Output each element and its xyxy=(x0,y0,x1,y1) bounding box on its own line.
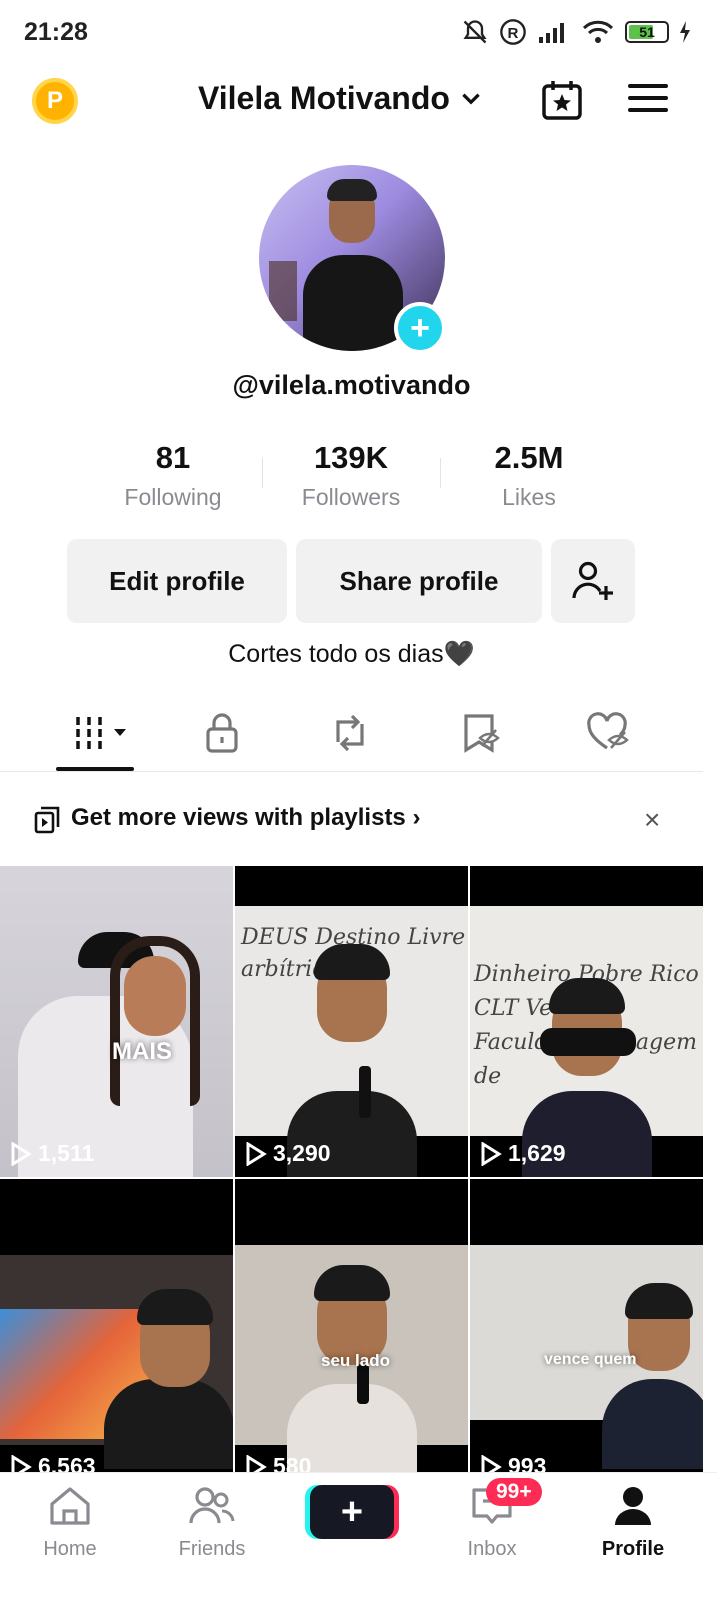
view-count-text: 1,629 xyxy=(508,1140,566,1166)
add-friend-button[interactable] xyxy=(551,539,635,623)
repost-icon xyxy=(336,714,364,752)
chevron-down-icon xyxy=(462,93,480,105)
tab-private[interactable] xyxy=(192,710,252,756)
profile-header: P Vilela Motivando xyxy=(0,70,717,134)
close-banner-button[interactable]: × xyxy=(644,804,660,836)
edit-profile-button[interactable]: Edit profile xyxy=(67,539,287,623)
bell-muted-icon xyxy=(463,20,487,44)
video-thumbnail[interactable]: 6,563 xyxy=(0,1179,233,1490)
video-thumbnail[interactable]: Dinheiro Pobre Rico CLT Vender Faculdade… xyxy=(470,866,703,1177)
banner-label: Get more views with playlists xyxy=(71,804,406,831)
bottom-navigation: Home Friends + Inbox 99+ Profile xyxy=(0,1472,717,1600)
coin-letter: P xyxy=(46,87,63,114)
view-count-text: 3,290 xyxy=(273,1140,331,1166)
add-photo-button[interactable]: + xyxy=(394,302,446,354)
stat-value: 81 xyxy=(155,440,191,475)
profile-stats: 81 Following 139K Followers 2.5M Likes xyxy=(84,440,620,511)
video-thumbnail[interactable]: seu lado 580 xyxy=(235,1179,468,1490)
chevron-right-icon: › xyxy=(412,804,421,831)
nav-label: Profile xyxy=(601,1538,665,1560)
battery-level: 51 xyxy=(639,24,655,40)
stat-value: 139K xyxy=(313,440,389,475)
username: @vilela.motivando xyxy=(232,370,471,400)
nav-label: Home xyxy=(43,1538,97,1560)
registered-icon: R xyxy=(500,19,526,45)
bio: Cortes todo os dias🖤 xyxy=(228,640,475,668)
grid-dropdown-icon xyxy=(76,717,126,749)
heart-hidden-icon xyxy=(587,712,629,750)
play-icon xyxy=(246,1141,267,1166)
view-count: 1,511 xyxy=(10,1140,94,1167)
video-thumbnail[interactable]: DEUS Destino Livre arbítrio 3,290 xyxy=(235,866,468,1177)
stat-followers[interactable]: 139K Followers xyxy=(262,440,440,511)
account-name: Vilela Motivando xyxy=(198,80,450,116)
content-tabs xyxy=(0,700,703,772)
bookmark-hidden-icon xyxy=(464,714,500,753)
tab-favorites[interactable] xyxy=(450,710,510,756)
status-icons: R 51 xyxy=(461,18,691,46)
lock-icon xyxy=(206,713,238,753)
calendar-star-button[interactable] xyxy=(540,78,584,122)
svg-text:R: R xyxy=(508,25,519,42)
play-icon xyxy=(11,1141,32,1166)
video-caption: vence quem xyxy=(544,1351,637,1368)
coin-button[interactable]: P xyxy=(32,78,78,124)
nav-label: Inbox xyxy=(467,1538,517,1560)
video-grid: MAIS 1,511 DEUS Destino Livre arbítrio 3… xyxy=(0,866,703,1490)
home-icon xyxy=(50,1487,90,1525)
menu-button[interactable] xyxy=(628,84,668,118)
nav-label: Friends xyxy=(178,1538,246,1560)
status-bar: 21:28 R 51 xyxy=(0,0,717,64)
stat-value: 2.5M xyxy=(494,440,564,475)
inbox-badge: 99+ xyxy=(486,1478,542,1506)
view-count-text: 1,511 xyxy=(38,1140,95,1166)
active-tab-indicator xyxy=(56,767,134,771)
playlist-banner[interactable]: Get more views with playlists › × xyxy=(0,780,703,860)
video-caption: MAIS xyxy=(112,1038,172,1065)
stat-following[interactable]: 81 Following xyxy=(84,440,262,511)
calendar-star-icon xyxy=(542,81,582,120)
nav-home[interactable]: Home xyxy=(10,1485,130,1561)
video-caption: seu lado xyxy=(321,1351,390,1370)
profile-icon xyxy=(615,1487,651,1525)
nav-friends[interactable]: Friends xyxy=(152,1485,272,1561)
wifi-icon xyxy=(582,20,614,43)
tab-reposts[interactable] xyxy=(320,710,380,756)
play-icon xyxy=(481,1141,502,1166)
add-user-icon xyxy=(572,561,613,600)
charging-icon xyxy=(680,21,690,43)
stat-likes[interactable]: 2.5M Likes xyxy=(440,440,618,511)
stat-label: Followers xyxy=(301,484,401,510)
tab-videos[interactable] xyxy=(70,710,130,756)
signal-icon xyxy=(539,23,564,43)
playlist-banner-text: Get more views with playlists › xyxy=(71,804,420,832)
playlist-icon xyxy=(34,806,60,834)
video-thumbnail[interactable]: MAIS 1,511 xyxy=(0,866,233,1177)
view-count: 3,290 xyxy=(245,1140,331,1167)
friends-icon xyxy=(189,1487,235,1524)
stat-label: Likes xyxy=(502,484,556,510)
battery-icon: 51 xyxy=(625,21,669,43)
video-thumbnail[interactable]: vence quem 993 xyxy=(470,1179,703,1490)
tab-liked[interactable] xyxy=(578,710,638,756)
create-button[interactable]: + xyxy=(310,1485,394,1539)
status-time: 21:28 xyxy=(24,18,88,46)
account-switcher[interactable]: Vilela Motivando xyxy=(198,80,484,117)
stat-label: Following xyxy=(124,484,222,510)
view-count: 1,629 xyxy=(480,1140,566,1167)
share-profile-button[interactable]: Share profile xyxy=(296,539,542,623)
nav-profile[interactable]: Profile xyxy=(573,1485,693,1561)
